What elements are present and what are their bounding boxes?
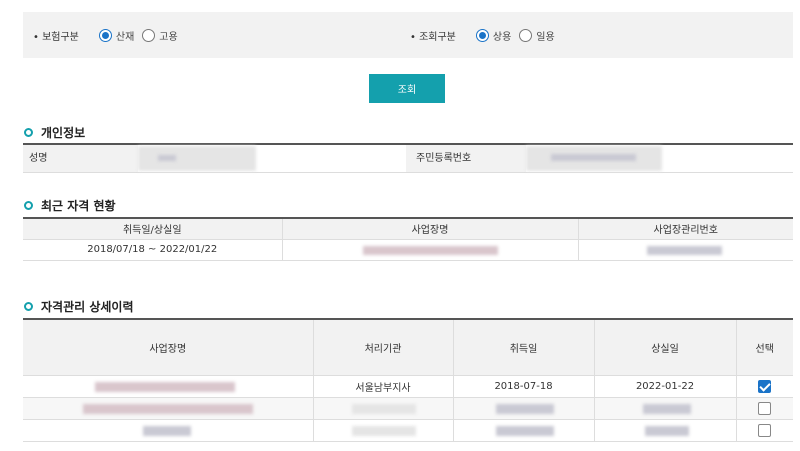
circle-bullet-icon	[24, 201, 33, 210]
workplace-name-redacted	[23, 419, 314, 442]
name-value-redacted	[138, 145, 406, 172]
column-header: 상실일	[594, 320, 737, 376]
circle-bullet-icon	[24, 128, 33, 137]
table-row[interactable]	[23, 419, 793, 442]
select-cell	[736, 397, 793, 420]
column-header: 사업장명	[23, 320, 314, 376]
workplace-name-redacted	[282, 239, 579, 261]
acquired-date-cell: 2018-07-18	[453, 375, 595, 398]
personal-info-title: 개인정보	[24, 124, 85, 141]
circle-bullet-icon	[24, 302, 33, 311]
radio-selected-icon[interactable]	[98, 28, 112, 42]
column-header: 처리기관	[313, 320, 454, 376]
lost-date-redacted	[594, 397, 737, 420]
insurance-type-label: • 보험구분	[33, 31, 79, 43]
history-table: 사업장명 처리기관 취득일 상실일 선택 서울남부지사 2018-07-18 2…	[23, 320, 793, 442]
checkbox-checked[interactable]	[758, 379, 772, 393]
search-button[interactable]: 조회	[369, 74, 445, 103]
table-row[interactable]	[23, 397, 793, 420]
recent-status-title: 최근 자격 현황	[24, 197, 116, 214]
agency-redacted	[313, 397, 454, 420]
radio-selected-icon[interactable]	[475, 28, 489, 42]
checkbox[interactable]	[758, 423, 772, 437]
acquired-date-redacted	[453, 419, 595, 442]
query-type-label: • 조회구분	[410, 31, 456, 43]
table-header-row: 사업장명 처리기관 취득일 상실일 선택	[23, 320, 793, 376]
radio-sangyong[interactable]: 상용	[475, 28, 511, 43]
select-cell	[736, 419, 793, 442]
workplace-name-redacted	[23, 397, 314, 420]
table-header-row: 취득일/상실일 사업장명 사업장관리번호	[23, 219, 793, 240]
rrn-value-redacted	[526, 145, 793, 172]
radio-sanjae[interactable]: 산재	[98, 28, 134, 43]
column-header: 취득일/상실일	[23, 219, 283, 240]
workplace-number-redacted	[578, 239, 793, 261]
checkbox[interactable]	[758, 401, 772, 415]
radio-empty-icon[interactable]	[142, 28, 156, 42]
history-title: 자격관리 상세이력	[24, 298, 134, 315]
insurance-type-filter: • 보험구분 산재 고용	[33, 12, 186, 58]
lost-date-redacted	[594, 419, 737, 442]
recent-status-table: 취득일/상실일 사업장명 사업장관리번호 2018/07/18 ~ 2022/0…	[23, 219, 793, 261]
radio-ilyong[interactable]: 일용	[519, 28, 555, 43]
radio-goyong[interactable]: 고용	[142, 28, 178, 43]
column-header: 선택	[736, 320, 793, 376]
filter-panel: • 보험구분 산재 고용 • 조회구분 상용 일용	[23, 12, 793, 58]
lost-date-cell: 2022-01-22	[594, 375, 737, 398]
select-cell	[736, 375, 793, 398]
radio-empty-icon[interactable]	[519, 28, 533, 42]
query-type-filter: • 조회구분 상용 일용	[410, 12, 563, 58]
column-header: 취득일	[453, 320, 595, 376]
acquired-date-redacted	[453, 397, 595, 420]
personal-info-row: 성명 주민등록번호	[23, 145, 793, 173]
rrn-label: 주민등록번호	[406, 145, 526, 172]
agency-redacted	[313, 419, 454, 442]
column-header: 사업장관리번호	[578, 219, 793, 240]
name-label: 성명	[23, 145, 138, 172]
table-row: 2018/07/18 ~ 2022/01/22	[23, 239, 793, 261]
table-row[interactable]: 서울남부지사 2018-07-18 2022-01-22	[23, 375, 793, 398]
workplace-name-redacted	[23, 375, 314, 398]
dates-cell: 2018/07/18 ~ 2022/01/22	[23, 239, 283, 261]
agency-cell: 서울남부지사	[313, 375, 454, 398]
column-header: 사업장명	[282, 219, 579, 240]
